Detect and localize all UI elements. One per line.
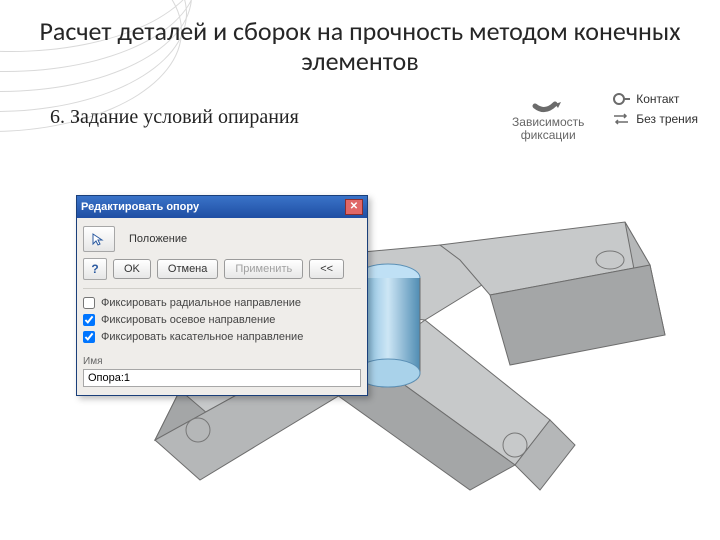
slide-subtitle: 6. Задание условий опирания xyxy=(50,106,299,129)
collapse-button[interactable]: << xyxy=(309,259,344,279)
ok-button[interactable]: OK xyxy=(113,259,151,279)
edit-support-dialog: Редактировать опору ✕ Положение ? OK Отм… xyxy=(76,195,368,396)
chk-tangent-label: Фиксировать касательное направление xyxy=(101,331,303,343)
chk-tangent[interactable]: Фиксировать касательное направление xyxy=(83,331,361,343)
chk-axial-label: Фиксировать осевое направление xyxy=(101,314,275,326)
ribbon-frictionless[interactable]: Без трения xyxy=(612,112,698,126)
dialog-title: Редактировать опору xyxy=(81,201,199,213)
ribbon-fix-dependency[interactable]: Зависимость фиксации xyxy=(508,92,588,142)
ribbon-contact[interactable]: Контакт xyxy=(612,92,698,106)
dialog-titlebar[interactable]: Редактировать опору ✕ xyxy=(77,196,367,218)
ribbon-fix-label: Зависимость фиксации xyxy=(508,116,588,142)
chk-radial-box[interactable] xyxy=(83,297,95,309)
cursor-icon xyxy=(91,232,107,246)
close-icon[interactable]: ✕ xyxy=(345,199,363,215)
chk-axial-box[interactable] xyxy=(83,314,95,326)
constraints-ribbon: Зависимость фиксации Контакт Без трения xyxy=(508,92,698,142)
ribbon-frictionless-label: Без трения xyxy=(636,112,698,126)
anchor-icon xyxy=(531,92,565,114)
position-label: Положение xyxy=(129,233,187,245)
contact-icon xyxy=(612,92,630,106)
chk-radial-label: Фиксировать радиальное направление xyxy=(101,297,301,309)
chk-tangent-box[interactable] xyxy=(83,331,95,343)
name-field-label: Имя xyxy=(83,356,102,367)
frictionless-icon xyxy=(612,112,630,126)
name-field[interactable] xyxy=(83,369,361,387)
chk-axial[interactable]: Фиксировать осевое направление xyxy=(83,314,361,326)
cancel-button[interactable]: Отмена xyxy=(157,259,218,279)
ribbon-contact-label: Контакт xyxy=(636,92,679,106)
help-button[interactable]: ? xyxy=(83,258,107,280)
apply-button[interactable]: Применить xyxy=(224,259,303,279)
select-position-tool[interactable] xyxy=(83,226,115,252)
chk-radial[interactable]: Фиксировать радиальное направление xyxy=(83,297,361,309)
slide-title: Расчет деталей и сборок на прочность мет… xyxy=(0,16,720,76)
